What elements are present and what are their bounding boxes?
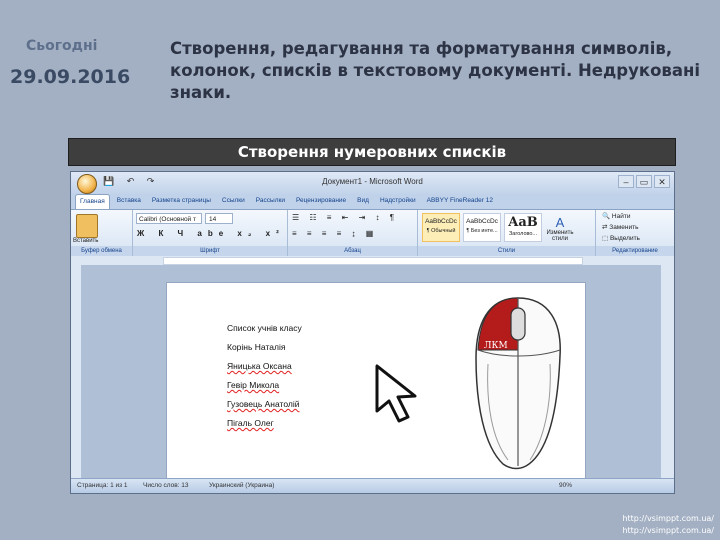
- font-group: Calibri (Основной т 14 Ж К Ч abe x₂ x² Ш…: [133, 210, 288, 256]
- paragraph-buttons-row1[interactable]: ☰ ☷ ≡ ⇤ ⇥ ↕ ¶: [292, 213, 398, 222]
- tab-view[interactable]: Вид: [353, 194, 373, 209]
- tab-page-layout[interactable]: Разметка страницы: [148, 194, 215, 209]
- section-banner: Створення нумеровних списків: [68, 138, 676, 166]
- editing-group: 🔍 Найти ⇄ Заменить ⬚ Выделить Редактиров…: [596, 210, 674, 256]
- find-label: Найти: [611, 213, 631, 220]
- clipboard-group: Вставить Буфер обмена: [71, 210, 133, 256]
- change-styles-label: Изменить стили: [546, 230, 574, 242]
- font-name-select[interactable]: Calibri (Основной т: [136, 213, 202, 224]
- footer-link[interactable]: http://vsimppt.com.ua/: [622, 514, 714, 523]
- font-format-buttons[interactable]: Ж К Ч abe x₂ x²: [137, 229, 285, 238]
- tab-abbyy[interactable]: ABBYY FineReader 12: [423, 194, 497, 209]
- tab-references[interactable]: Ссылки: [218, 194, 249, 209]
- tab-home[interactable]: Главная: [75, 194, 110, 209]
- status-page[interactable]: Страница: 1 из 1: [77, 479, 128, 493]
- mouse-pointer-icon: [375, 364, 417, 423]
- document-line[interactable]: Корінь Наталія: [227, 342, 285, 352]
- vertical-scrollbar[interactable]: [660, 265, 674, 479]
- status-bar: Страница: 1 из 1 Число слов: 13 Украинск…: [71, 478, 674, 493]
- paste-button[interactable]: Вставить: [73, 238, 98, 244]
- paragraph-buttons-row2[interactable]: ≡ ≡ ≡ ≡ ↨ ▦: [292, 229, 377, 238]
- close-button[interactable]: ✕: [654, 175, 670, 188]
- ribbon-tabs: Главная Вставка Разметка страницы Ссылки…: [71, 194, 674, 209]
- mouse-icon: ЛКМ: [475, 297, 561, 470]
- document-line[interactable]: Гузовець Анатолій: [227, 399, 299, 409]
- change-styles-button[interactable]: A Изменить стили: [545, 213, 575, 242]
- style-heading[interactable]: AaB Заголово...: [504, 213, 542, 242]
- minimize-button[interactable]: –: [618, 175, 634, 188]
- find-button[interactable]: 🔍 Найти: [602, 212, 630, 220]
- ribbon: Вставить Буфер обмена Calibri (Основной …: [71, 209, 674, 256]
- footer-link[interactable]: http://vsimppt.com.ua/: [622, 526, 714, 535]
- vertical-ruler: [71, 265, 82, 479]
- editing-group-label: Редактирование: [596, 246, 674, 256]
- style-no-spacing-name: ¶ Без инте...: [466, 228, 498, 234]
- window-title: Документ1 - Microsoft Word: [322, 177, 423, 186]
- style-normal-name: ¶ Обычный: [426, 228, 456, 234]
- clipboard-group-label: Буфер обмена: [71, 246, 132, 256]
- select-button[interactable]: ⬚ Выделить: [602, 234, 640, 242]
- replace-button[interactable]: ⇄ Заменить: [602, 223, 638, 231]
- slide-title: Створення, редагування та форматування с…: [170, 39, 701, 102]
- document-line[interactable]: Список учнів класу: [227, 323, 302, 333]
- word-window: 💾 ↶ ↷ Документ1 - Microsoft Word – ▭ ✕ Г…: [70, 171, 675, 494]
- replace-label: Заменить: [609, 224, 639, 231]
- styles-group-label: Стили: [418, 246, 595, 256]
- tab-mailings[interactable]: Рассылки: [252, 194, 289, 209]
- title-bar: 💾 ↶ ↷ Документ1 - Microsoft Word – ▭ ✕: [71, 172, 674, 194]
- find-icon: 🔍: [602, 213, 612, 220]
- change-styles-icon: A: [555, 215, 565, 230]
- tab-addins[interactable]: Надстройки: [376, 194, 420, 209]
- style-normal[interactable]: AaBbCcDc ¶ Обычный: [422, 213, 460, 242]
- date-value: 29.09.2016: [10, 66, 131, 88]
- tab-review[interactable]: Рецензирование: [292, 194, 350, 209]
- document-area: Список учнів класу Корінь Наталія Яницьк…: [71, 265, 674, 484]
- style-normal-preview: AaBbCcDc: [425, 218, 457, 225]
- font-group-label: Шрифт: [133, 246, 287, 256]
- window-controls: – ▭ ✕: [618, 175, 670, 188]
- status-words[interactable]: Число слов: 13: [143, 479, 189, 493]
- paragraph-group-label: Абзац: [288, 246, 417, 256]
- document-line[interactable]: Пігаль Олег: [227, 418, 274, 428]
- select-icon: ⬚: [602, 235, 610, 242]
- status-zoom[interactable]: 90%: [559, 479, 572, 493]
- tab-insert[interactable]: Вставка: [113, 194, 145, 209]
- paragraph-group: ☰ ☷ ≡ ⇤ ⇥ ↕ ¶ ≡ ≡ ≡ ≡ ↨ ▦ Абзац: [288, 210, 418, 256]
- document-line[interactable]: Яницька Оксана: [227, 361, 292, 371]
- style-no-spacing-preview: AaBbCcDc: [466, 218, 498, 225]
- style-heading-name: Заголово...: [508, 231, 538, 237]
- maximize-button[interactable]: ▭: [636, 175, 652, 188]
- document-line[interactable]: Гевір Микола: [227, 380, 279, 390]
- style-no-spacing[interactable]: AaBbCcDc ¶ Без инте...: [463, 213, 501, 242]
- document-page[interactable]: Список учнів класу Корінь Наталія Яницьк…: [166, 282, 586, 484]
- font-size-select[interactable]: 14: [205, 213, 233, 224]
- select-label: Выделить: [609, 235, 640, 242]
- paste-icon[interactable]: [76, 214, 98, 238]
- styles-group: AaBbCcDc ¶ Обычный AaBbCcDc ¶ Без инте... …: [418, 210, 596, 256]
- style-heading-preview: AaB: [508, 215, 538, 230]
- date-label: Сьогодні: [26, 38, 98, 54]
- mouse-button-label: ЛКМ: [484, 341, 508, 351]
- status-language[interactable]: Украинский (Украина): [209, 479, 274, 493]
